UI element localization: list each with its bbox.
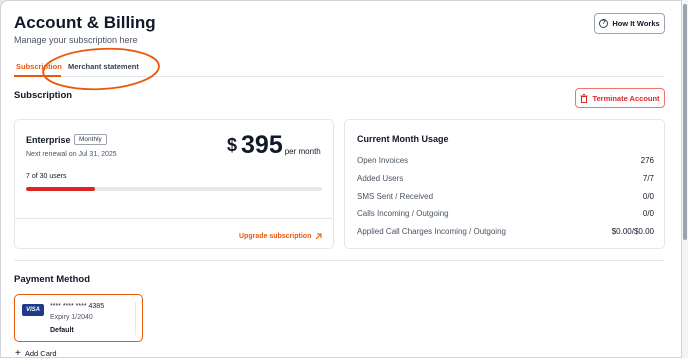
usage-card: Current Month Usage Open Invoices 276 Ad… [344, 119, 665, 249]
add-card-label: Add Card [24, 349, 57, 358]
add-card-button[interactable]: + Add Card [15, 347, 57, 358]
usage-row: Open Invoices 276 [357, 156, 654, 165]
arrow-up-right-icon [315, 233, 322, 240]
visa-logo-icon: VISA [22, 304, 44, 316]
scrollbar-thumb[interactable] [683, 4, 687, 240]
price-currency: $ [227, 135, 238, 155]
usage-label: Calls Incoming / Outgoing [357, 209, 449, 218]
price-period: per month [284, 147, 321, 156]
usage-value: 0/0 [642, 192, 654, 201]
how-it-works-button[interactable]: ? How It Works [594, 13, 665, 34]
usage-value: 276 [640, 156, 654, 165]
usage-value: 7/7 [642, 174, 654, 183]
users-progress-bar [26, 187, 322, 191]
users-count: 7 of 30 users [26, 173, 67, 180]
page-subtitle: Manage your subscription here [14, 35, 138, 45]
section-divider [14, 260, 665, 261]
usage-label: Applied Call Charges Incoming / Outgoing [357, 227, 506, 236]
upgrade-subscription-label: Upgrade subscription [239, 233, 312, 240]
billing-window: Account & Billing Manage your subscripti… [0, 0, 682, 358]
plus-icon: + [15, 347, 21, 358]
annotation-ellipse [42, 47, 160, 91]
payment-card[interactable]: VISA **** **** **** 4385 Expiry 1/2040 D… [14, 294, 143, 342]
usage-label: SMS Sent / Received [357, 192, 434, 201]
card-number: **** **** **** 4385 [50, 303, 105, 310]
usage-value: 0/0 [642, 209, 654, 218]
terminate-account-button[interactable]: Terminate Account [575, 88, 665, 108]
users-progress-fill [26, 187, 95, 191]
usage-label: Added Users [357, 174, 404, 183]
usage-row: Applied Call Charges Incoming / Outgoing… [357, 227, 654, 236]
usage-row: Calls Incoming / Outgoing 0/0 [357, 209, 654, 218]
how-it-works-label: How It Works [612, 19, 660, 28]
subscription-heading: Subscription [14, 90, 73, 101]
page-title: Account & Billing [14, 13, 156, 32]
price-amount: 395 [241, 131, 283, 159]
plan-price: $ 395 per month [227, 131, 321, 159]
upgrade-subscription-link[interactable]: Upgrade subscription [239, 233, 322, 240]
plan-name: Enterprise [26, 135, 71, 145]
scrollbar[interactable] [682, 0, 688, 358]
plan-card: Enterprise Monthly Next renewal on Jul 3… [14, 119, 334, 249]
usage-label: Open Invoices [357, 156, 409, 165]
plan-card-divider [15, 218, 333, 219]
trash-icon [580, 93, 588, 103]
payment-method-heading: Payment Method [14, 274, 91, 285]
help-circle-icon: ? [599, 19, 609, 28]
card-expiry: Expiry 1/2040 [50, 314, 93, 321]
billing-cycle-badge: Monthly [74, 134, 107, 145]
usage-title: Current Month Usage [357, 134, 449, 144]
card-inner-divider [135, 302, 136, 335]
terminate-account-label: Terminate Account [592, 93, 660, 103]
renewal-date: Next renewal on Jul 31, 2025 [26, 151, 117, 158]
usage-row: Added Users 7/7 [357, 174, 654, 183]
usage-row: SMS Sent / Received 0/0 [357, 192, 654, 201]
usage-value: $0.00/$0.00 [611, 227, 654, 236]
card-default-label: Default [50, 327, 74, 334]
